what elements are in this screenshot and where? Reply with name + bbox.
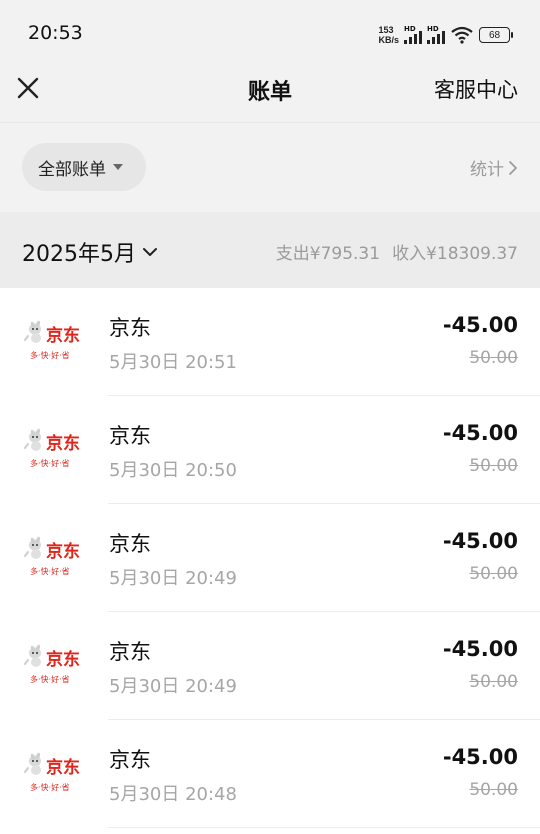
bill-row[interactable]: 京东多·快·好·省 京东 5月30日 20:49 -45.00 50.00	[0, 612, 540, 720]
signal-icon-2: HD	[427, 26, 445, 44]
status-icons: 153 KB/s HD HD 68	[378, 22, 513, 48]
bill-time: 5月30日 20:50	[109, 460, 237, 481]
jd-logo: 京东多·快·好·省	[24, 424, 84, 470]
merchant-name: 京东	[109, 532, 151, 556]
month-summary-bar: 2025年5月 支出¥795.31 收入¥18309.37	[0, 212, 540, 288]
bill-time: 5月30日 20:49	[109, 568, 237, 589]
income-total: 收入¥18309.37	[392, 244, 518, 264]
network-speed-value: 153	[378, 25, 394, 35]
caret-down-icon	[113, 164, 123, 170]
svg-text:京东: 京东	[46, 541, 80, 562]
svg-text:多·快·好·省: 多·快·好·省	[30, 566, 70, 576]
merchant-name: 京东	[109, 748, 151, 772]
month-selector[interactable]: 2025年5月	[22, 236, 158, 268]
merchant-name: 京东	[109, 316, 151, 340]
status-time: 20:53	[28, 22, 83, 44]
bill-amount: -45.00	[442, 421, 518, 445]
chevron-right-icon	[509, 160, 517, 175]
month-label: 2025年5月	[22, 242, 136, 267]
customer-service-button[interactable]: 客服中心	[434, 74, 518, 104]
bill-time: 5月30日 20:49	[109, 676, 237, 697]
bill-time: 5月30日 20:48	[109, 784, 237, 805]
wifi-icon	[451, 26, 473, 44]
network-speed: 153 KB/s	[378, 25, 399, 45]
signal-icon: HD	[404, 26, 422, 44]
svg-text:京东: 京东	[46, 433, 80, 454]
divider	[108, 827, 540, 828]
expense-total: 支出¥795.31	[275, 244, 381, 264]
original-price: 50.00	[469, 348, 518, 368]
jd-logo: 京东多·快·好·省	[24, 316, 84, 362]
battery-level: 68	[488, 29, 501, 41]
jd-logo: 京东多·快·好·省	[24, 748, 84, 794]
bill-filter-dropdown[interactable]: 全部账单	[22, 143, 146, 191]
bill-time: 5月30日 20:51	[109, 352, 237, 373]
hd-label: HD	[404, 25, 416, 33]
svg-text:京东: 京东	[46, 757, 80, 778]
svg-text:多·快·好·省: 多·快·好·省	[30, 782, 70, 792]
bill-row[interactable]: 京东多·快·好·省 京东 5月30日 20:50 -45.00 50.00	[0, 396, 540, 504]
jd-logo: 京东多·快·好·省	[24, 640, 84, 686]
bill-row[interactable]: 京东多·快·好·省 京东 5月30日 20:49 -45.00 50.00	[0, 504, 540, 612]
header: 账单 客服中心	[0, 62, 540, 122]
bill-list: 京东 多·快·好·省 京东 5月30日 20:51 -45.00 50.00 京东…	[0, 288, 540, 828]
bill-filter-label: 全部账单	[38, 159, 106, 180]
bill-row[interactable]: 京东多·快·好·省 京东 5月30日 20:51 -45.00 50.00	[0, 288, 540, 396]
jd-logo: 京东多·快·好·省	[24, 532, 84, 578]
original-price: 50.00	[469, 672, 518, 692]
bill-amount: -45.00	[442, 745, 518, 769]
svg-text:多·快·好·省: 多·快·好·省	[30, 350, 70, 360]
chevron-down-icon	[143, 248, 157, 256]
bill-amount: -45.00	[442, 637, 518, 661]
merchant-name: 京东	[109, 640, 151, 664]
hd-label-2: HD	[427, 25, 439, 33]
original-price: 50.00	[469, 564, 518, 584]
svg-text:多·快·好·省: 多·快·好·省	[30, 458, 70, 468]
svg-text:京东: 京东	[46, 649, 80, 670]
bill-amount: -45.00	[442, 529, 518, 553]
original-price: 50.00	[469, 456, 518, 476]
bill-row[interactable]: 京东多·快·好·省 京东 5月30日 20:48 -45.00 50.00	[0, 720, 540, 828]
status-bar: 20:53 153 KB/s HD HD 68	[0, 0, 540, 62]
month-totals: 支出¥795.31 收入¥18309.37	[276, 239, 518, 264]
network-speed-unit: KB/s	[378, 35, 399, 45]
bill-amount: -45.00	[442, 313, 518, 337]
original-price: 50.00	[469, 780, 518, 800]
svg-text:京东: 京东	[46, 325, 80, 346]
merchant-name: 京东	[109, 424, 151, 448]
statistics-label: 统计	[470, 160, 504, 180]
filter-bar: 全部账单 统计	[0, 122, 540, 212]
battery-icon: 68	[479, 27, 513, 43]
svg-text:多·快·好·省: 多·快·好·省	[30, 674, 70, 684]
statistics-button[interactable]: 统计	[470, 155, 518, 180]
